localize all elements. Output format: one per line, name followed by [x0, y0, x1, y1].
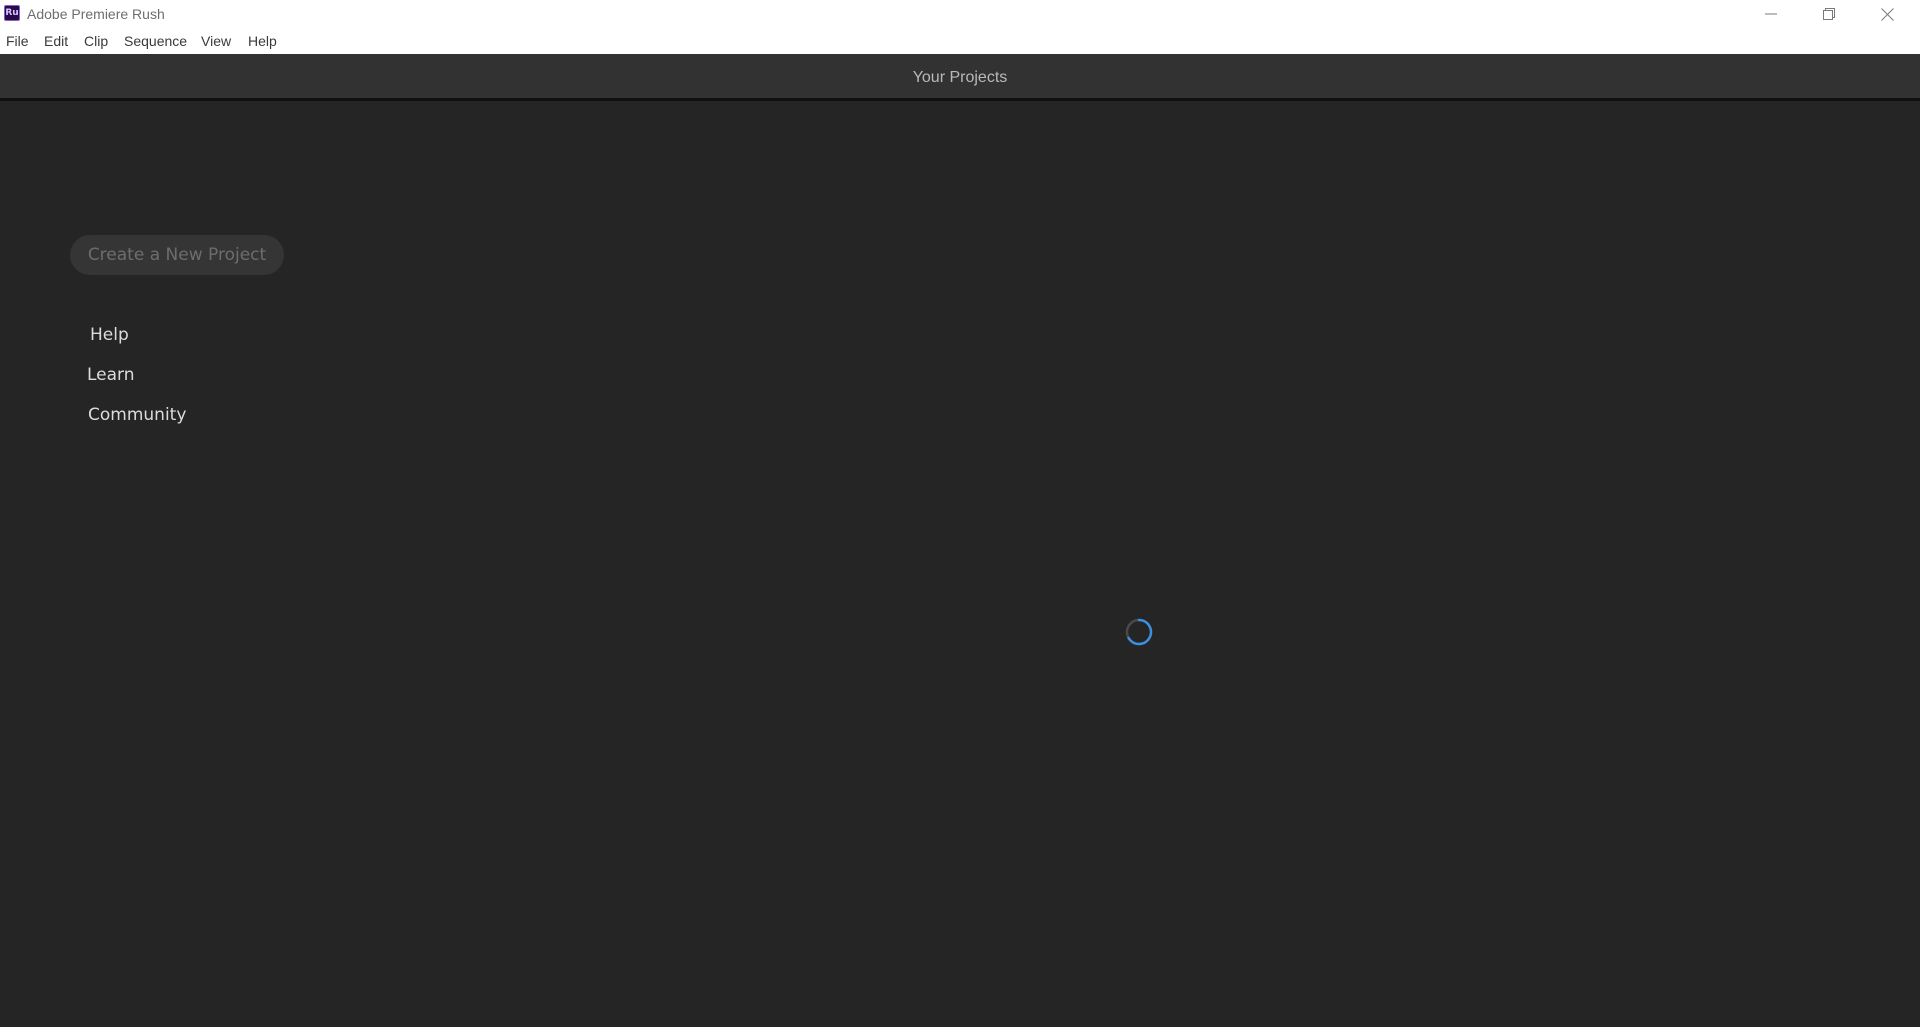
minimize-button[interactable]	[1742, 0, 1800, 28]
page-title: Your Projects	[912, 69, 1008, 86]
loading-spinner-icon	[1125, 618, 1153, 646]
menu-edit[interactable]: Edit	[44, 33, 68, 49]
menu-bar: File Edit Clip Sequence View Help	[0, 28, 1920, 54]
sidebar-link-community[interactable]: Community	[88, 405, 186, 425]
sidebar-link-learn[interactable]: Learn	[87, 365, 135, 385]
menu-file[interactable]: File	[6, 33, 29, 49]
create-new-project-button[interactable]: Create a New Project	[70, 235, 284, 275]
projects-header: Your Projects	[0, 54, 1920, 101]
menu-view[interactable]: View	[201, 33, 231, 49]
menu-help[interactable]: Help	[248, 33, 277, 49]
minimize-icon	[1765, 13, 1777, 15]
app-logo-icon: Ru	[4, 5, 20, 21]
menu-sequence[interactable]: Sequence	[124, 33, 187, 49]
restore-button[interactable]	[1800, 0, 1858, 28]
close-icon	[1880, 7, 1894, 21]
title-bar: Ru Adobe Premiere Rush	[0, 0, 1920, 28]
sidebar-link-help[interactable]: Help	[90, 325, 129, 345]
close-button[interactable]	[1858, 0, 1916, 28]
restore-icon	[1823, 8, 1835, 20]
menu-clip[interactable]: Clip	[84, 33, 108, 49]
window-title: Adobe Premiere Rush	[27, 6, 165, 22]
